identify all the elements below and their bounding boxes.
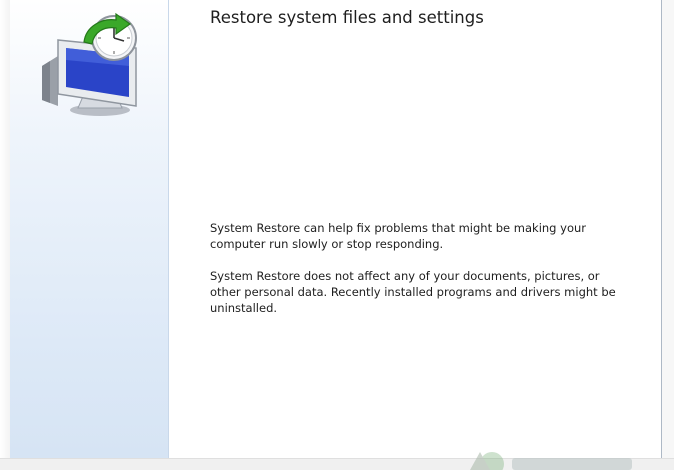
data-safety-paragraph: System Restore does not affect any of yo… [210,269,616,315]
window-right-edge [662,0,674,470]
watermark-logo [470,452,632,470]
wizard-side-panel [10,0,169,458]
description-paragraph: System Restore can help fix problems tha… [210,221,586,251]
system-restore-window: Restore system files and settings System… [0,0,674,470]
page-title: Restore system files and settings [210,8,484,27]
window-left-edge [0,0,10,470]
system-restore-icon [42,12,137,116]
wizard-content: Restore system files and settings System… [169,0,662,458]
